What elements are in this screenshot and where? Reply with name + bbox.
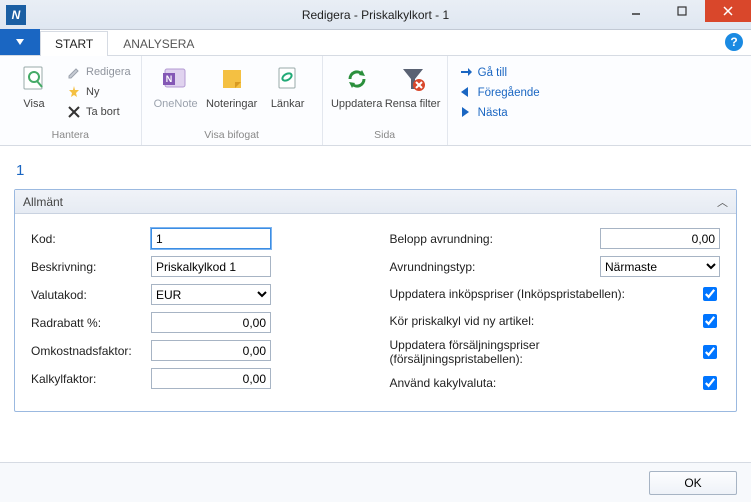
- ribbon-group-sida: Uppdatera Rensa filter Sida: [323, 56, 448, 145]
- pencil-icon: [66, 64, 82, 80]
- section-header[interactable]: Allmänt ︿: [15, 190, 736, 214]
- document-number: 1: [14, 156, 737, 189]
- tab-analysera[interactable]: ANALYSERA: [108, 31, 209, 56]
- onenote-icon: N: [161, 64, 191, 94]
- magnifier-icon: [19, 64, 49, 94]
- radrabatt-label: Radrabatt %:: [31, 316, 151, 330]
- group-label-sida: Sida: [329, 129, 441, 143]
- avrund-label: Avrundningstyp:: [390, 260, 601, 274]
- avrund-select[interactable]: Närmaste: [600, 256, 720, 277]
- ga-till-button[interactable]: Gå till: [454, 64, 546, 82]
- upfors-checkbox[interactable]: [703, 345, 717, 359]
- footer: OK: [0, 462, 751, 502]
- ribbon-group-bifogat: N OneNote Noteringar Länkar Visa bifogat: [142, 56, 323, 145]
- maximize-button[interactable]: [659, 0, 705, 22]
- links-icon: [273, 64, 303, 94]
- valutakod-label: Valutakod:: [31, 288, 151, 302]
- kakyl-label: Använd kakylvaluta:: [390, 376, 677, 390]
- belopp-input[interactable]: [600, 228, 720, 249]
- svg-text:N: N: [165, 74, 172, 84]
- omkostnad-label: Omkostnadsfaktor:: [31, 344, 151, 358]
- foregaende-button[interactable]: Föregående: [454, 84, 546, 102]
- close-button[interactable]: [705, 0, 751, 22]
- group-label-bifogat: Visa bifogat: [148, 129, 316, 143]
- kalkyl-label: Kalkylfaktor:: [31, 372, 151, 386]
- clear-filter-icon: [398, 64, 428, 94]
- onenote-button[interactable]: N OneNote: [148, 60, 204, 110]
- section-title: Allmänt: [23, 195, 63, 209]
- belopp-label: Belopp avrundning:: [390, 232, 601, 246]
- kakyl-checkbox[interactable]: [703, 376, 717, 390]
- beskrivning-input[interactable]: [151, 256, 271, 277]
- caret-left-icon: [460, 86, 474, 100]
- upink-checkbox[interactable]: [703, 287, 717, 301]
- korpris-checkbox[interactable]: [703, 314, 717, 328]
- ribbon: Visa Redigera Ny Ta bort Hantera N OneNo…: [0, 56, 751, 146]
- app-icon: N: [6, 5, 26, 25]
- title-bar: N Redigera - Priskalkylkort - 1: [0, 0, 751, 30]
- ribbon-tabs: START ANALYSERA ?: [0, 30, 751, 56]
- tabort-button[interactable]: Ta bort: [62, 102, 135, 122]
- ribbon-group-hantera: Visa Redigera Ny Ta bort Hantera: [0, 56, 142, 145]
- notes-icon: [217, 64, 247, 94]
- ok-button[interactable]: OK: [649, 471, 737, 495]
- refresh-icon: [342, 64, 372, 94]
- caret-right-icon: [460, 106, 474, 120]
- kod-input[interactable]: [151, 228, 271, 249]
- upfors-label: Uppdatera försäljningspriser (försäljnin…: [390, 338, 677, 366]
- beskrivning-label: Beskrivning:: [31, 260, 151, 274]
- tab-start[interactable]: START: [40, 31, 108, 56]
- lankar-button[interactable]: Länkar: [260, 60, 316, 110]
- group-label-hantera: Hantera: [6, 129, 135, 143]
- delete-icon: [66, 104, 82, 120]
- radrabatt-input[interactable]: [151, 312, 271, 333]
- korpris-label: Kör priskalkyl vid ny artikel:: [390, 314, 677, 328]
- visa-label: Visa: [23, 98, 44, 110]
- section-allmant: Allmänt ︿ Kod: Beskrivning: Valutakod:EU…: [14, 189, 737, 412]
- arrow-right-icon: [460, 66, 474, 80]
- uppdatera-button[interactable]: Uppdatera: [329, 60, 385, 110]
- redigera-button[interactable]: Redigera: [62, 62, 135, 82]
- noteringar-button[interactable]: Noteringar: [204, 60, 260, 110]
- file-menu-button[interactable]: [0, 29, 40, 55]
- help-button[interactable]: ?: [725, 33, 743, 51]
- visa-button[interactable]: Visa: [6, 60, 62, 122]
- valutakod-select[interactable]: EUR: [151, 284, 271, 305]
- minimize-button[interactable]: [613, 0, 659, 22]
- rensa-filter-button[interactable]: Rensa filter: [385, 60, 441, 110]
- collapse-icon[interactable]: ︿: [717, 194, 728, 210]
- ribbon-group-nav: Gå till Föregående Nästa: [448, 56, 552, 145]
- upink-label: Uppdatera inköpspriser (Inköpspristabell…: [390, 287, 677, 301]
- kalkyl-input[interactable]: [151, 368, 271, 389]
- ny-button[interactable]: Ny: [62, 82, 135, 102]
- kod-label: Kod:: [31, 232, 151, 246]
- new-icon: [66, 84, 82, 100]
- omkostnad-input[interactable]: [151, 340, 271, 361]
- nasta-button[interactable]: Nästa: [454, 104, 546, 122]
